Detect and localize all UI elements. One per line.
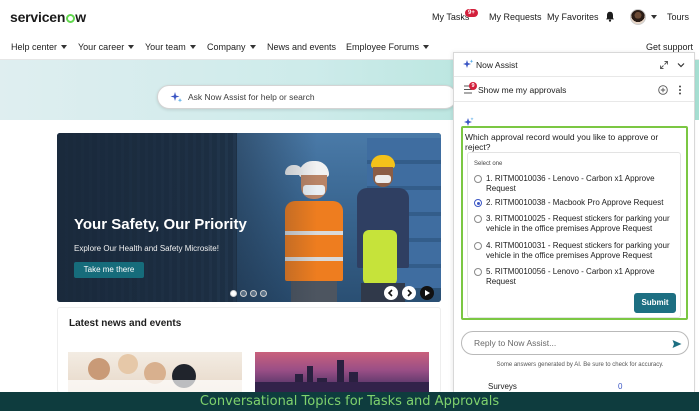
radio-button-selected[interactable] bbox=[474, 199, 482, 207]
worker-figure bbox=[353, 155, 415, 302]
banner-subtitle: Explore Our Health and Safety Microsite! bbox=[74, 244, 219, 253]
now-assist-search-bar[interactable]: Ask Now Assist for help or search bbox=[157, 85, 457, 109]
sparkle-icon bbox=[463, 59, 474, 68]
conversation-title: Show me my approvals bbox=[478, 85, 567, 95]
search-placeholder: Ask Now Assist for help or search bbox=[188, 92, 315, 102]
approval-option[interactable]: 3. RITM0010025 - Request stickers for pa… bbox=[474, 214, 679, 234]
play-icon bbox=[425, 290, 430, 296]
news-thumbnail-image[interactable] bbox=[68, 352, 242, 392]
chevron-down-icon bbox=[61, 45, 68, 49]
nav-label: Your career bbox=[78, 42, 125, 52]
carousel-dot[interactable] bbox=[260, 290, 267, 297]
ai-disclaimer: Some answers generated by AI. Be sure to… bbox=[496, 362, 664, 368]
bell-icon[interactable] bbox=[605, 11, 615, 22]
reply-input[interactable]: Reply to Now Assist... bbox=[461, 331, 689, 355]
tasks-count-badge: 9+ bbox=[465, 9, 478, 17]
chevron-down-icon bbox=[189, 45, 196, 49]
add-icon[interactable] bbox=[658, 85, 668, 95]
nav-label: Employee Forums bbox=[346, 42, 420, 52]
chevron-down-icon bbox=[128, 45, 135, 49]
surveys-label: Surveys bbox=[488, 382, 517, 391]
tours-link[interactable]: Tours bbox=[667, 12, 689, 22]
chevron-down-icon[interactable] bbox=[651, 15, 657, 19]
news-thumbnail-image[interactable] bbox=[255, 352, 429, 392]
option-label: 4. RITM0010031 - Request stickers for pa… bbox=[486, 241, 670, 260]
option-label: 2. RITM0010038 - Macbook Pro Approve Req… bbox=[486, 198, 664, 207]
select-one-label: Select one bbox=[474, 161, 503, 167]
send-icon[interactable] bbox=[672, 339, 682, 349]
nav-news-and-events[interactable]: News and events bbox=[267, 42, 336, 52]
nav-your-team[interactable]: Your team bbox=[145, 42, 196, 52]
get-support-link[interactable]: Get support bbox=[646, 42, 693, 52]
carousel-dot[interactable] bbox=[250, 290, 257, 297]
chevron-down-icon[interactable] bbox=[677, 61, 685, 69]
nav-help-center[interactable]: Help center bbox=[11, 42, 68, 52]
now-assist-header: Now Assist bbox=[454, 53, 694, 77]
panel-title: Now Assist bbox=[476, 60, 518, 70]
approval-option[interactable]: 2. RITM0010038 - Macbook Pro Approve Req… bbox=[474, 198, 679, 208]
servicenow-logo[interactable]: servicen w bbox=[10, 9, 86, 25]
radio-button[interactable] bbox=[474, 175, 482, 183]
video-caption: Conversational Topics for Tasks and Appr… bbox=[0, 392, 699, 411]
approval-option[interactable]: 4. RITM0010031 - Request stickers for pa… bbox=[474, 241, 679, 261]
reply-placeholder: Reply to Now Assist... bbox=[474, 338, 557, 348]
expand-icon[interactable] bbox=[660, 61, 668, 69]
approval-option[interactable]: 5. RITM0010056 - Lenovo - Carbon x1 Appr… bbox=[474, 267, 679, 287]
approval-option[interactable]: 1. RITM0010036 - Lenovo - Carbon x1 Appr… bbox=[474, 174, 679, 194]
carousel-dot[interactable] bbox=[230, 290, 237, 297]
carousel-next-button[interactable] bbox=[402, 286, 416, 300]
user-avatar[interactable] bbox=[630, 9, 646, 25]
conversation-badge: 9 bbox=[469, 82, 477, 90]
carousel-dot[interactable] bbox=[240, 290, 247, 297]
take-me-there-button[interactable]: Take me there bbox=[74, 262, 144, 278]
nav-label: Help center bbox=[11, 42, 58, 52]
nav-label: Your team bbox=[145, 42, 186, 52]
approval-options-card: Select one 1. RITM0010036 - Lenovo - Car… bbox=[467, 152, 681, 318]
surveys-count: 0 bbox=[618, 382, 623, 391]
chevron-down-icon bbox=[249, 45, 256, 49]
nav-your-career[interactable]: Your career bbox=[78, 42, 135, 52]
approval-question-card: Which approval record would you like to … bbox=[461, 126, 688, 320]
radio-button[interactable] bbox=[474, 215, 482, 223]
option-label: 1. RITM0010036 - Lenovo - Carbon x1 Appr… bbox=[486, 174, 655, 193]
sparkle-icon bbox=[170, 92, 183, 103]
chevron-left-icon bbox=[387, 289, 393, 297]
radio-button[interactable] bbox=[474, 242, 482, 250]
option-label: 3. RITM0010025 - Request stickers for pa… bbox=[486, 214, 670, 233]
nav-label: Company bbox=[207, 42, 246, 52]
option-label: 5. RITM0010056 - Lenovo - Carbon x1 Appr… bbox=[486, 267, 655, 286]
carousel-previous-button[interactable] bbox=[384, 286, 398, 300]
chevron-down-icon bbox=[423, 45, 430, 49]
my-requests-link[interactable]: My Requests bbox=[489, 12, 542, 22]
chevron-right-icon bbox=[407, 289, 413, 297]
assistant-question: Which approval record would you like to … bbox=[465, 132, 659, 152]
radio-button[interactable] bbox=[474, 268, 482, 276]
my-tasks-link[interactable]: My Tasks bbox=[432, 12, 469, 22]
banner-title: Your Safety, Our Priority bbox=[74, 216, 247, 233]
safety-banner: Your Safety, Our Priority Explore Our He… bbox=[57, 133, 441, 302]
carousel-play-button[interactable] bbox=[420, 286, 434, 300]
nav-employee-forums[interactable]: Employee Forums bbox=[346, 42, 430, 52]
more-options-icon[interactable] bbox=[678, 85, 682, 95]
conversation-header: 9 Show me my approvals bbox=[454, 77, 694, 102]
nav-company[interactable]: Company bbox=[207, 42, 256, 52]
submit-button[interactable]: Submit bbox=[634, 293, 676, 313]
news-heading: Latest news and events bbox=[69, 318, 182, 329]
top-header: servicen w My Tasks 9+ My Requests My Fav… bbox=[0, 0, 699, 36]
nav-label: News and events bbox=[267, 42, 337, 52]
my-favorites-link[interactable]: My Favorites bbox=[547, 12, 599, 22]
